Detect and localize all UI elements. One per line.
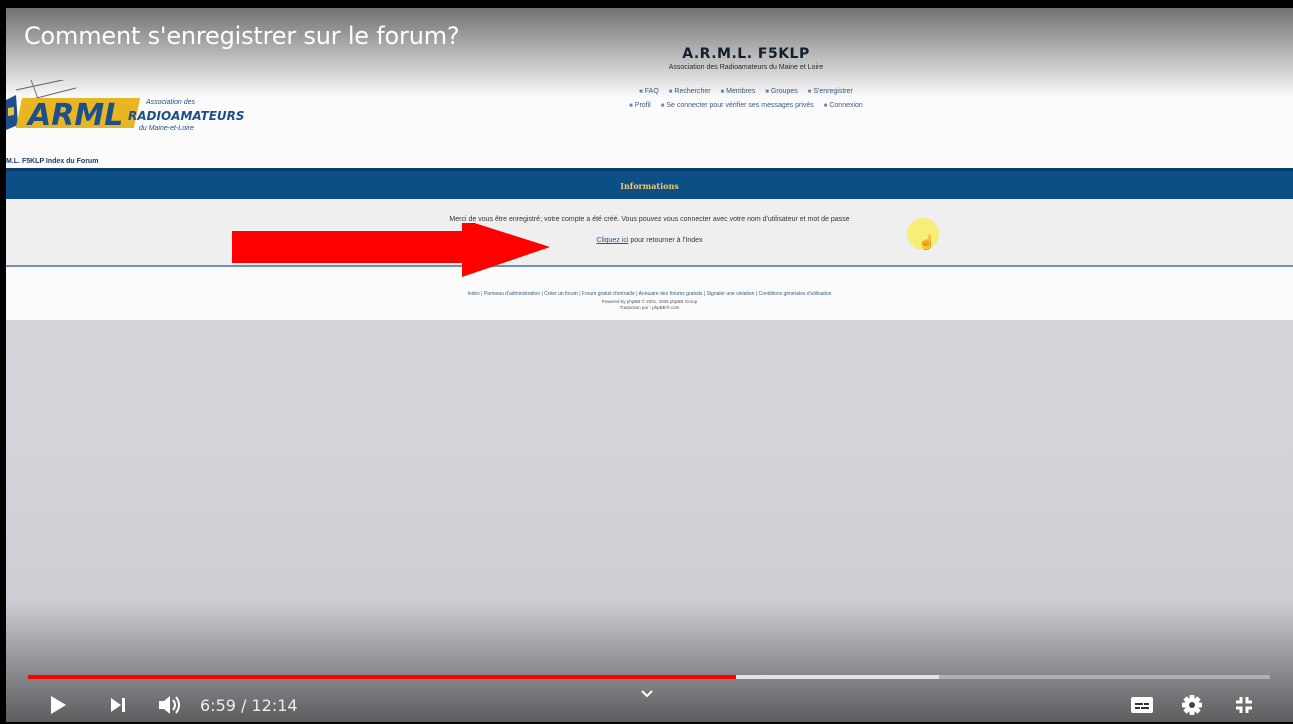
logo-line-3: du Maine-et-Loire [139,125,194,132]
footer-translation: Traduction par : phpBB-fr.com [619,305,680,310]
controls-gradient [0,600,1293,724]
breadcrumb[interactable]: M.L. F5KLP Index du Forum [6,158,98,165]
registration-message: Merci de vous être enregistré; votre com… [449,216,850,223]
volume-button[interactable] [150,688,190,722]
nav-groupes[interactable]: Groupes [765,88,797,95]
logo-line-2: RADIOAMATEURS [128,109,245,123]
video-player[interactable]: ARML Association des RADIOAMATEURS du Ma… [0,0,1293,724]
nav-messages-prives[interactable]: Se connecter pour vérifier ses messages … [661,102,814,109]
nav-rechercher[interactable]: Rechercher [669,88,711,95]
info-title: Informations [620,181,679,191]
footer-links[interactable]: Index | Panneau d'administration | Créer… [6,291,1293,297]
forum-nav-row-1: FAQ Rechercher Membres Groupes S'enregis… [526,88,966,95]
progress-played [28,675,736,679]
nav-connexion[interactable]: Connexion [824,102,863,109]
nav-profil[interactable]: Profil [629,102,651,109]
time-display: 6:59 / 12:14 [200,696,298,715]
return-index-suffix: pour retourner à l'Index [628,237,703,244]
play-icon [51,696,66,714]
red-arrow-annotation [232,223,550,277]
nav-membres[interactable]: Membres [721,88,756,95]
settings-icon [1182,695,1202,715]
site-subtitle: Association des Radioamateurs du Maine e… [668,64,824,71]
forum-nav-row-2: Profil Se connecter pour vérifier ses me… [526,102,966,109]
hand-cursor-icon: ☝ [918,234,936,250]
return-index-link[interactable]: Cliquez ici [596,237,628,244]
next-button[interactable] [100,688,136,722]
logo-line-1: Association des [145,99,196,106]
progress-bar[interactable] [28,675,1270,679]
info-header-bar: Informations [6,168,1293,199]
message-box: Merci de vous être enregistré; votre com… [6,199,1293,267]
subtitles-icon [1131,697,1153,713]
play-button[interactable] [38,688,78,722]
site-title: A.R.M.L. F5KLP [682,46,810,62]
next-icon [111,698,125,712]
chevron-down-icon[interactable] [640,686,654,702]
settings-button[interactable] [1175,688,1209,722]
subtitles-button[interactable] [1125,688,1159,722]
nav-senregistrer[interactable]: S'enregistrer [808,88,853,95]
footer-powered: Powered by phpBB © 2001, 2005 phpBB Grou… [601,299,698,304]
volume-icon [159,696,180,714]
nav-faq[interactable]: FAQ [639,88,659,95]
arml-logo: ARML Association des RADIOAMATEURS du Ma… [6,80,245,133]
video-title[interactable]: Comment s'enregistrer sur le forum? [24,22,460,50]
return-line: Cliquez ici pour retourner à l'Index [6,237,1293,244]
forum-page: ARML Association des RADIOAMATEURS du Ma… [6,8,1293,320]
exit-fullscreen-button[interactable] [1227,688,1261,722]
exit-fullscreen-icon [1236,697,1252,713]
logo-mark-text: ARML [26,98,123,133]
